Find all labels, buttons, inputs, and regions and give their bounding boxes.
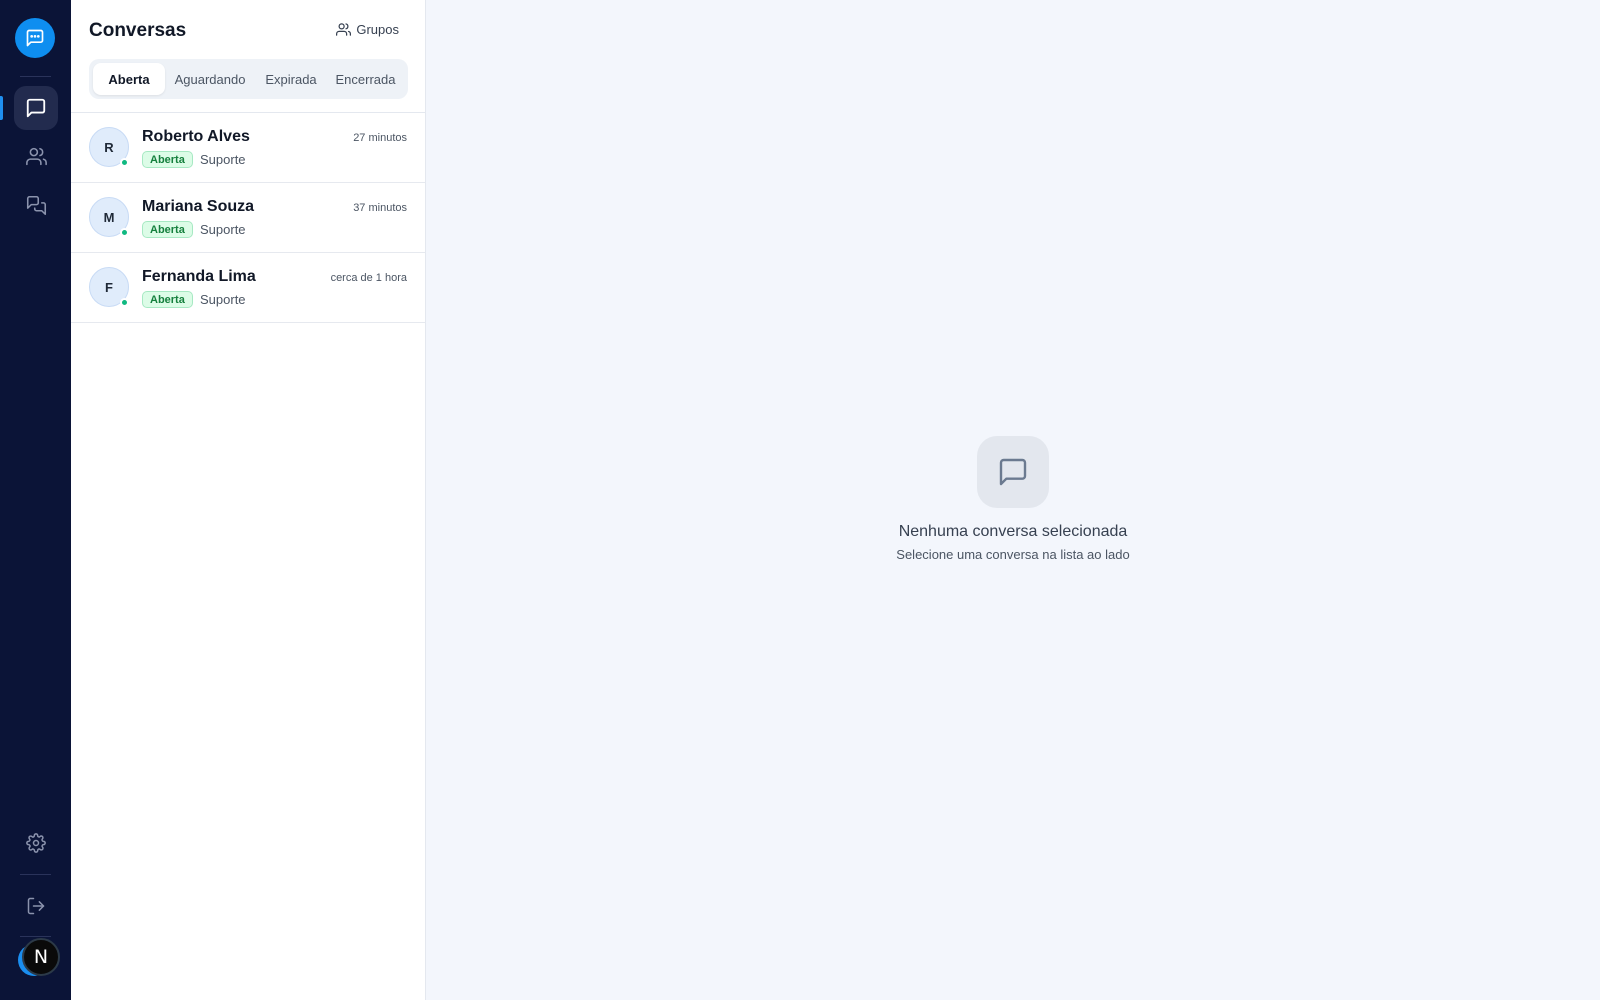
contact-name: Mariana Souza — [142, 198, 255, 215]
groups-label: Grupos — [356, 22, 399, 37]
users-icon — [336, 23, 352, 36]
page-title: Conversas — [89, 20, 187, 41]
tab-aguardando[interactable]: Aguardando — [165, 63, 255, 95]
nav-conversations[interactable] — [14, 86, 58, 130]
empty-state-icon-box — [977, 436, 1049, 508]
users-icon — [25, 147, 47, 165]
chat-bubble-dots-icon — [26, 29, 44, 47]
conversation-empty-state: Nenhuma conversa selecionada Selecione u… — [426, 0, 1600, 1000]
gear-icon — [26, 833, 46, 853]
status-badge: Aberta — [142, 221, 193, 238]
conversation-item[interactable]: M Mariana Souza 37 minutos Aberta Suport… — [71, 183, 425, 253]
queue-label: Suporte — [200, 152, 246, 167]
rail-divider — [20, 874, 51, 875]
message-square-icon — [26, 98, 46, 118]
nav-contacts[interactable] — [14, 134, 58, 178]
active-nav-indicator — [0, 96, 3, 120]
messages-icon — [26, 195, 46, 215]
app-sidebar: N — [0, 0, 71, 1000]
last-activity-time: 37 minutos — [353, 202, 407, 214]
status-tabs: Aberta Aguardando Expirada Encerrada — [89, 59, 408, 99]
online-indicator — [120, 158, 129, 167]
conversation-item[interactable]: R Roberto Alves 27 minutos Aberta Suport… — [71, 113, 425, 183]
online-indicator — [120, 298, 129, 307]
queue-label: Suporte — [200, 292, 246, 307]
rail-divider — [20, 76, 51, 77]
user-avatar[interactable]: N — [18, 936, 60, 976]
conversation-list: R Roberto Alves 27 minutos Aberta Suport… — [71, 113, 425, 323]
groups-button[interactable]: Grupos — [336, 22, 399, 37]
tab-expirada[interactable]: Expirada — [255, 63, 327, 95]
app-logo[interactable] — [15, 18, 55, 58]
status-badge: Aberta — [142, 291, 193, 308]
logout-icon — [27, 897, 45, 915]
message-square-icon — [999, 458, 1027, 486]
contact-name: Roberto Alves — [142, 128, 250, 145]
contact-name: Fernanda Lima — [142, 268, 256, 285]
logout-button[interactable] — [14, 884, 58, 928]
online-indicator — [120, 228, 129, 237]
nav-settings[interactable] — [14, 821, 58, 865]
tab-encerrada[interactable]: Encerrada — [327, 63, 404, 95]
tab-aberta[interactable]: Aberta — [93, 63, 165, 95]
status-badge: Aberta — [142, 151, 193, 168]
empty-state-title: Nenhuma conversa selecionada — [898, 523, 1128, 540]
user-initial: N — [22, 938, 60, 976]
queue-label: Suporte — [200, 222, 246, 237]
conversations-panel: Conversas Grupos Aberta Aguardando Expir… — [71, 0, 426, 1000]
conversation-item[interactable]: F Fernanda Lima cerca de 1 hora Aberta S… — [71, 253, 425, 323]
last-activity-time: cerca de 1 hora — [330, 272, 407, 284]
empty-state-subtitle: Selecione uma conversa na lista ao lado — [896, 547, 1130, 562]
last-activity-time: 27 minutos — [353, 132, 407, 144]
nav-messages[interactable] — [14, 183, 58, 227]
